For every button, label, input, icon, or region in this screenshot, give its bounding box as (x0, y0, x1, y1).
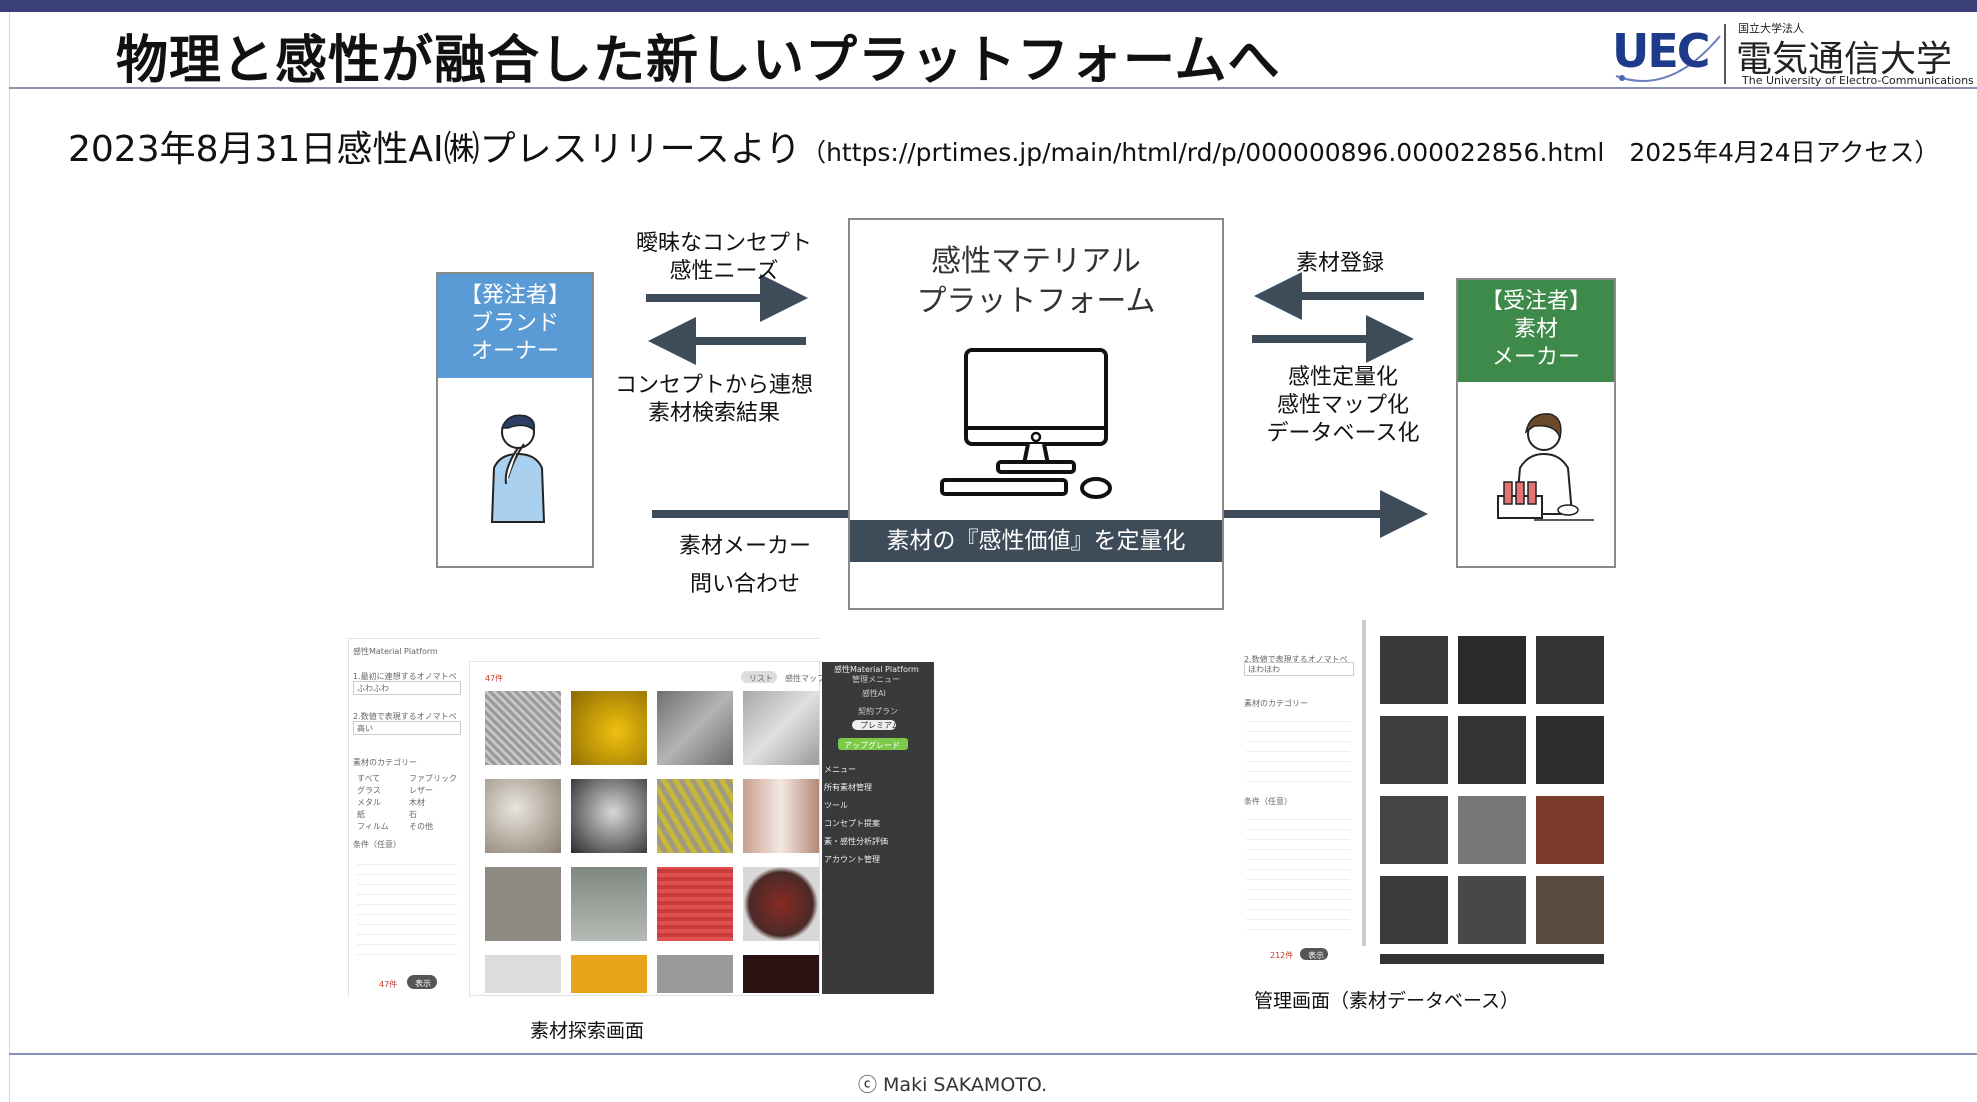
material-tile[interactable] (743, 955, 819, 993)
caption-admin-screen: 管理画面（素材データベース） (1254, 990, 1520, 1012)
material-tile[interactable] (657, 955, 733, 993)
platform-title: 感性マテリアル プラットフォーム (916, 244, 1156, 319)
platform-band: 素材の『感性価値』を定量化 (850, 520, 1222, 562)
filter-field1-value: ふわふわ (357, 684, 389, 693)
search-app-name: 感性Material Platform (353, 647, 438, 656)
label-quantify: 感性定量化 感性マップ化 データベース化 (1266, 365, 1420, 446)
option-stone[interactable]: 石 (409, 809, 417, 820)
leather-tile[interactable] (1458, 716, 1526, 784)
option-leather[interactable]: レザー (409, 785, 433, 796)
scientist-icon (1497, 413, 1594, 521)
option-fabric[interactable]: ファブリック (409, 773, 457, 784)
material-tile[interactable] (571, 867, 647, 941)
menu-ai: 感性AI (862, 689, 886, 698)
menu-item[interactable]: コンセプト提案 (824, 818, 880, 829)
supplier-label: 【受注者】 素材 メーカー (1458, 280, 1614, 382)
material-tile[interactable] (571, 779, 647, 853)
admin-condition-label: 条件（任意） (1244, 797, 1292, 806)
platform-box: 感性マテリアル プラットフォーム 素材の『感性価値』を定量化 (848, 218, 1224, 610)
filter-condition-label: 条件（任意） (353, 840, 401, 849)
leather-tile[interactable] (1458, 636, 1526, 704)
menu-item[interactable]: アカウント管理 (824, 854, 880, 865)
tab-map-label[interactable]: 感性マップ (785, 673, 825, 684)
leather-tile[interactable] (1380, 796, 1448, 864)
search-screen-shot: 感性Material Platform 1.最初に連想するオノマトペ ふわふわ … (348, 638, 825, 997)
option-other[interactable]: その他 (409, 821, 433, 832)
menu-upgrade-label: アップグレード (844, 741, 900, 750)
copyright: ⓒ Maki SAKAMOTO. (858, 1074, 1048, 1096)
leather-tile[interactable] (1380, 876, 1448, 944)
material-tile[interactable] (657, 867, 733, 941)
option-all[interactable]: すべて (357, 773, 380, 784)
admin-category-options (1246, 712, 1350, 782)
filter-field2-value: 高い (357, 724, 373, 733)
admin-count: 212件 (1270, 951, 1294, 960)
filter-category-label: 素材のカテゴリー (353, 758, 417, 767)
search-count: 47件 (485, 674, 504, 683)
material-tile[interactable] (743, 867, 819, 941)
leather-tile[interactable] (1458, 796, 1526, 864)
leather-tile[interactable] (1380, 636, 1448, 704)
leather-tile[interactable] (1536, 796, 1604, 864)
label-ambiguous-concept: 曖昧なコンセプト 感性ニーズ (635, 231, 812, 284)
material-tile[interactable] (485, 779, 561, 853)
material-tile[interactable] (743, 779, 819, 853)
leather-tile[interactable] (1458, 876, 1526, 944)
leather-tile[interactable] (1536, 876, 1604, 944)
material-tile[interactable] (657, 691, 733, 765)
leather-tile-row-partial (1380, 954, 1604, 964)
option-paper[interactable]: 紙 (357, 809, 365, 820)
orderer-box: 【発注者】 ブランド オーナー (436, 272, 594, 568)
option-metal[interactable]: メタル (357, 797, 381, 808)
option-film[interactable]: フィルム (357, 821, 389, 832)
admin-screen-shot: 2.数値で表現するオノマトペ ほわほわ 素材のカテゴリー 条件（任意） 212件… (1240, 620, 1612, 968)
menu-item[interactable]: 素・感性分析評価 (824, 836, 888, 847)
label-inquiry: 素材メーカー 問い合わせ (678, 534, 811, 597)
option-glass[interactable]: グラス (357, 785, 381, 796)
condition-checklist (357, 855, 457, 955)
menu-item[interactable]: メニュー (824, 764, 856, 775)
leather-tile[interactable] (1536, 636, 1604, 704)
menu-item[interactable]: 所有素材管理 (824, 782, 872, 793)
leather-tile[interactable] (1536, 716, 1604, 784)
admin-condition-options (1246, 810, 1350, 932)
option-wood[interactable]: 木材 (409, 797, 425, 808)
material-tile[interactable] (485, 691, 561, 765)
supplier-box: 【受注者】 素材 メーカー (1456, 278, 1616, 568)
footer-divider (9, 1053, 1977, 1055)
leather-tile[interactable] (1380, 716, 1448, 784)
menu-subtitle: 管理メニュー (852, 675, 900, 684)
material-tile[interactable] (571, 691, 647, 765)
tab-list-label: リスト (749, 674, 773, 683)
menu-item[interactable]: ツール (824, 800, 848, 811)
material-tile[interactable] (485, 955, 561, 993)
menu-plan: 契約プラン (858, 707, 898, 716)
material-tile[interactable] (657, 779, 733, 853)
search-count-bottom: 47件 (379, 980, 398, 989)
material-tile[interactable] (743, 691, 819, 765)
material-tile[interactable] (571, 955, 647, 993)
label-material-register: 素材登録 (1295, 251, 1384, 276)
admin-show-label: 表示 (1308, 951, 1324, 960)
label-search-result: コンセプトから連想 素材検索結果 (614, 373, 813, 426)
menu-premium-label: プレミアム (860, 721, 900, 730)
search-show-label: 表示 (415, 979, 431, 988)
admin-menu-panel: 感性Material Platform 管理メニュー 感性AI 契約プラン プレ… (822, 662, 934, 994)
person-thinking-icon (490, 414, 546, 523)
admin-scrollbar[interactable] (1362, 620, 1366, 946)
material-tile[interactable] (485, 867, 561, 941)
orderer-label: 【発注者】 ブランド オーナー (438, 274, 592, 378)
admin-category-label: 素材のカテゴリー (1244, 699, 1308, 708)
computer-icon (940, 348, 1112, 499)
caption-search-screen: 素材探索画面 (530, 1020, 645, 1042)
admin-field-value: ほわほわ (1248, 665, 1280, 674)
